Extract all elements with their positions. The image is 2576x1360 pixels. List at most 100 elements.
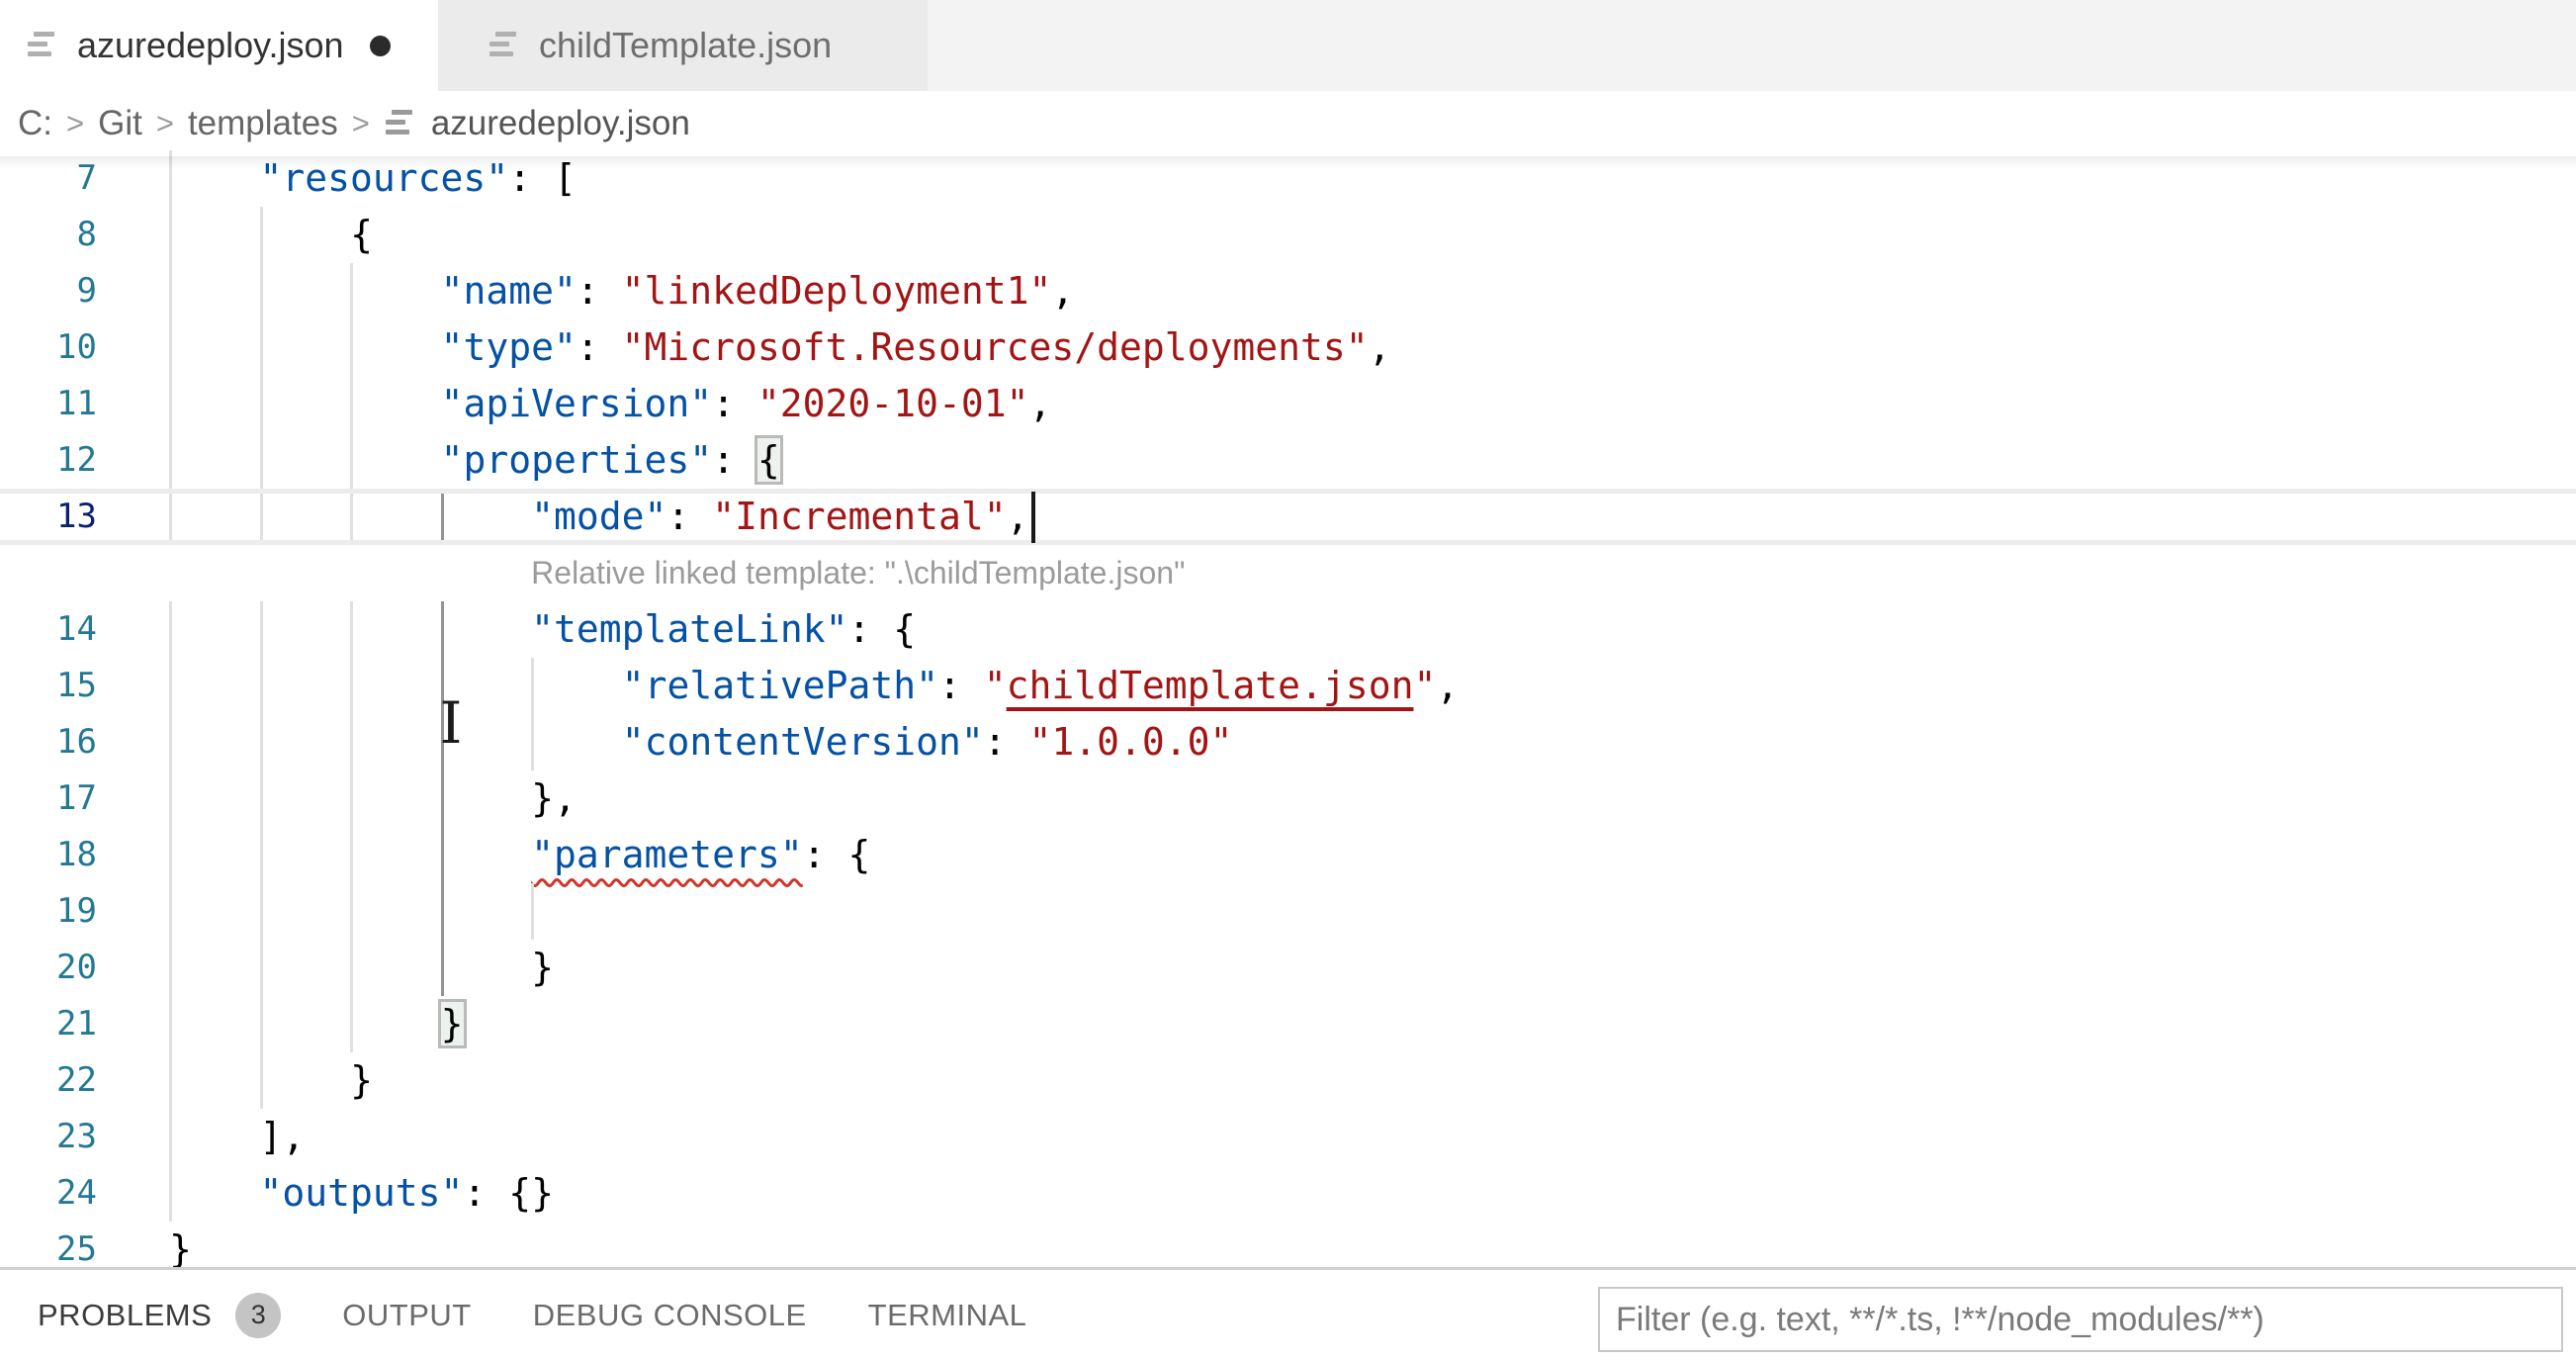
code-text: "resources": [: [169, 150, 577, 207]
tab-title: azuredeploy.json: [77, 25, 344, 65]
token-p: : {: [847, 607, 917, 651]
indent-guide: [169, 601, 172, 658]
token-bm: }: [440, 1002, 464, 1045]
indent-guide: [259, 883, 263, 940]
problems-filter-input[interactable]: [1598, 1287, 2563, 1352]
code-line-19[interactable]: 19: [0, 883, 2576, 940]
file-icon: [26, 30, 61, 61]
token-p: :: [666, 495, 713, 538]
panel-tab-output[interactable]: OUTPUT: [342, 1298, 471, 1333]
indent-guide: [169, 883, 172, 940]
line-number: 25: [56, 1229, 97, 1267]
indent-guide: [350, 827, 354, 883]
code-text: }: [169, 996, 464, 1052]
indent-guide: [169, 376, 172, 432]
line-number: 19: [56, 891, 97, 931]
token-p: :: [983, 720, 1029, 764]
breadcrumb-file[interactable]: azuredeploy.json: [431, 104, 690, 143]
code-editor[interactable]: 7 "resources": [8{9 "name": "linkedDeploym…: [0, 150, 2576, 1267]
code-line-13[interactable]: 13 "mode": "Incremental",: [0, 489, 2576, 545]
token-p: : {}: [463, 1171, 554, 1215]
panel-tab-debug-console[interactable]: DEBUG CONSOLE: [533, 1298, 807, 1333]
code-text: }: [169, 1052, 373, 1109]
code-line-11[interactable]: 11 "apiVersion": "2020-10-01",: [0, 376, 2576, 432]
token-p: : [: [508, 156, 577, 200]
indent-guide: [169, 771, 172, 827]
tab-azuredeploy-json[interactable]: azuredeploy.json: [0, 0, 438, 91]
token-p: },: [531, 776, 577, 820]
line-number: 10: [56, 327, 97, 367]
line-number: 18: [56, 835, 97, 874]
unsaved-changes-dot-icon[interactable]: [369, 35, 391, 56]
chevron-right-icon: >: [155, 106, 174, 140]
indent-guide: [350, 883, 354, 940]
line-number: 22: [56, 1060, 97, 1100]
document-link[interactable]: childTemplate.json: [1007, 664, 1414, 707]
indent-guide: [350, 601, 354, 658]
token-keyerr: "parameters": [531, 833, 803, 876]
token-bm: {: [756, 438, 780, 482]
indent-guide: [350, 658, 354, 714]
code-line-18[interactable]: 18 "parameters": {: [0, 827, 2576, 883]
code-line-9[interactable]: 9 "name": "linkedDeployment1",: [0, 263, 2576, 319]
file-icon: [384, 108, 419, 139]
code-line-22[interactable]: 22}: [0, 1052, 2576, 1109]
chevron-right-icon: >: [66, 106, 85, 140]
token-key: "mode": [531, 495, 667, 538]
active-indent-guide: [440, 714, 444, 771]
token-s: "Incremental": [712, 495, 1007, 538]
indent-guide: [259, 940, 263, 996]
line-number: 7: [76, 158, 97, 198]
code-line-14[interactable]: 14 "templateLink": {: [0, 601, 2576, 658]
token-s: "2020-10-01": [756, 382, 1029, 425]
editor-tab-bar: azuredeploy.json childTemplate.json: [0, 0, 2576, 91]
indent-guide: [350, 432, 354, 489]
code-line-16[interactable]: 16 "contentVersion": "1.0.0.0": [0, 714, 2576, 771]
line-number: 13: [56, 497, 97, 536]
token-p: :: [712, 382, 757, 425]
indent-guide: [169, 658, 172, 714]
code-area: 7 "resources": [8{9 "name": "linkedDeploym…: [0, 150, 2576, 1267]
code-line-8[interactable]: 8{: [0, 207, 2576, 263]
line-number: 23: [56, 1117, 97, 1156]
breadcrumb-segment-templates[interactable]: templates: [188, 104, 338, 143]
code-line-25[interactable]: 25}: [0, 1222, 2576, 1267]
breadcrumb-segment-drive[interactable]: C:: [18, 104, 52, 143]
code-text: "name": "linkedDeployment1",: [169, 263, 1075, 319]
indent-guide: [350, 494, 354, 540]
token-p: }: [531, 946, 555, 989]
token-key: "resources": [259, 156, 509, 200]
tab-childtemplate-json[interactable]: childTemplate.json: [438, 0, 928, 91]
breadcrumb-segment-git[interactable]: Git: [98, 104, 142, 143]
code-text: }: [169, 1222, 192, 1267]
code-line-12[interactable]: 12 "properties": {: [0, 432, 2576, 489]
code-line-23[interactable]: 23],: [0, 1109, 2576, 1165]
indent-guide: [169, 494, 172, 540]
token-key: "properties": [440, 438, 713, 482]
indent-guide: [169, 319, 172, 376]
code-line-24[interactable]: 24 "outputs": {}: [0, 1165, 2576, 1222]
token-key: "templateLink": [531, 607, 848, 651]
indent-guide: [259, 771, 263, 827]
code-line-15[interactable]: 15 "relativePath": "childTemplate.json",: [0, 658, 2576, 714]
token-s: ": [1413, 664, 1437, 707]
indent-guide: [259, 207, 263, 263]
token-key: "type": [440, 325, 577, 369]
code-line-17[interactable]: 17},: [0, 771, 2576, 827]
panel-tab-problems[interactable]: PROBLEMS 3: [38, 1292, 282, 1338]
code-line-20[interactable]: 20}: [0, 940, 2576, 996]
indent-guide: [259, 601, 263, 658]
indent-guide: [259, 263, 263, 319]
indent-guide: [259, 827, 263, 883]
code-line-10[interactable]: 10 "type": "Microsoft.Resources/deploymen…: [0, 319, 2576, 376]
code-text: ],: [169, 1109, 306, 1165]
code-line-21[interactable]: 21}: [0, 996, 2576, 1052]
indent-guide: [169, 207, 172, 263]
code-line-7[interactable]: 7 "resources": [: [0, 150, 2576, 207]
panel-tab-terminal[interactable]: TERMINAL: [868, 1298, 1027, 1333]
panel-tab-bar: PROBLEMS 3 OUTPUT DEBUG CONSOLE TERMINAL: [38, 1270, 1026, 1360]
code-text: }: [169, 940, 554, 996]
token-s: "Microsoft.Resources/deployments": [621, 325, 1369, 369]
indent-guide: [259, 1052, 263, 1109]
problems-count-badge: 3: [235, 1292, 282, 1338]
